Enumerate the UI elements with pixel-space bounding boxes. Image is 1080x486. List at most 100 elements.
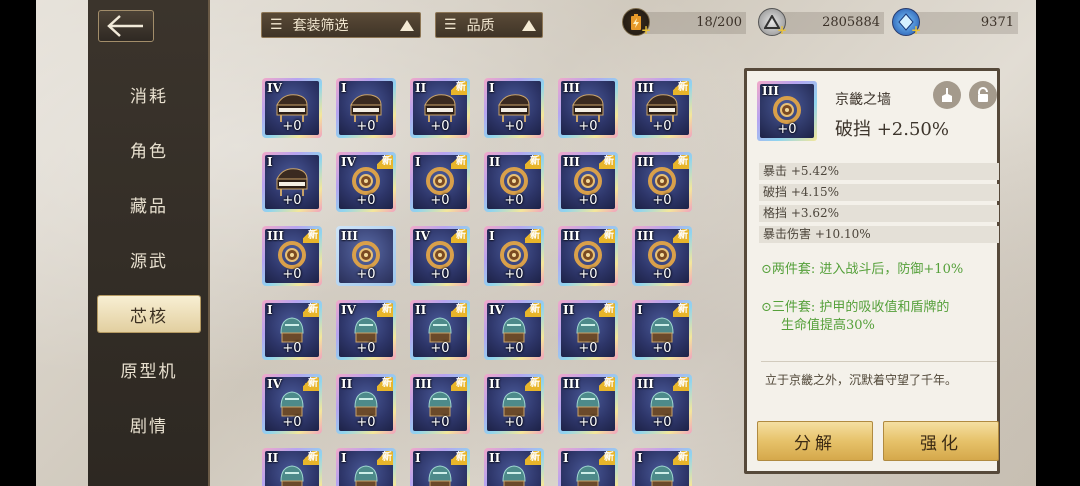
chevron-circle-icon: ⊙ <box>761 262 772 277</box>
core-card[interactable]: II+0新 <box>262 448 322 486</box>
core-grid: IV +0 I +0 II +0 新 I +0 III +0 III +0 新 I +0 IV +0 新 I +0 新 II… <box>260 60 700 486</box>
equip-button[interactable] <box>933 81 961 109</box>
enhance-button[interactable]: 强化 <box>883 421 999 461</box>
broom-icon <box>942 88 952 102</box>
core-card[interactable]: IV +0 <box>262 78 322 138</box>
core-card[interactable]: II+0新 <box>558 300 618 360</box>
lock-button[interactable] <box>969 81 997 109</box>
core-card[interactable]: I+0新 <box>484 226 544 286</box>
sidebar-item[interactable]: 剧情 <box>98 406 200 442</box>
tier-label: I <box>341 81 347 95</box>
level-label: +0 <box>282 415 302 430</box>
sidebar-item[interactable]: 消耗 <box>98 76 200 112</box>
core-card[interactable]: II+0新 <box>484 448 544 486</box>
core-card[interactable]: IV +0 新 <box>484 300 544 360</box>
new-badge: 新 <box>451 303 467 317</box>
new-badge: 新 <box>451 155 467 169</box>
tier-label: I <box>489 229 495 243</box>
core-card[interactable]: I +0 <box>262 152 322 212</box>
new-badge: 新 <box>525 229 541 243</box>
core-card[interactable]: III +0 新 <box>558 226 618 286</box>
core-card[interactable]: III +0 新 <box>558 152 618 212</box>
level-label: +0 <box>430 193 450 208</box>
tier-label: I <box>267 303 273 317</box>
new-badge: 新 <box>673 81 689 95</box>
new-badge: 新 <box>599 451 615 465</box>
tier-label: I <box>267 155 273 169</box>
core-card[interactable]: II+0新 <box>484 152 544 212</box>
quality-dropdown[interactable]: ☰ 品质 <box>435 12 543 38</box>
sidebar-item[interactable]: 原型机 <box>98 351 200 387</box>
new-badge: 新 <box>303 229 319 243</box>
level-label: +0 <box>652 267 672 282</box>
core-card[interactable]: I+0新 <box>632 448 692 486</box>
add-icon: + <box>910 23 921 37</box>
core-card[interactable]: I +0 <box>336 78 396 138</box>
level-label: +0 <box>504 119 524 134</box>
new-badge: 新 <box>525 303 541 317</box>
set-bonus-3: ⊙三件套: 护甲的吸收值和盾牌的 <box>761 300 950 315</box>
sidebar-item[interactable]: 藏品 <box>98 186 200 222</box>
stamina-icon[interactable]: + <box>622 8 651 37</box>
inventory-screen: ☰ 套装筛选 ☰ 品质 18/200 + 2805884 + 9371 + IV… <box>36 0 1036 486</box>
tier-label: I <box>489 81 495 95</box>
sidebar-item[interactable]: 源武 <box>98 241 200 277</box>
sidebar-item[interactable]: 角色 <box>98 131 200 167</box>
sidebar-item[interactable]: 芯核 <box>98 296 200 332</box>
level-label: +0 <box>356 267 376 282</box>
core-card[interactable]: I+0新 <box>336 448 396 486</box>
core-card[interactable]: II+0新 <box>410 78 470 138</box>
new-badge: 新 <box>599 155 615 169</box>
core-card[interactable]: III +0 <box>336 226 396 286</box>
core-card[interactable]: III +0 新 <box>410 374 470 434</box>
substat-row: 暴击 +5.42% <box>759 163 999 180</box>
back-arrow-icon <box>107 15 143 37</box>
detail-item-icon: III +0 <box>757 81 817 141</box>
menu-icon: ☰ <box>444 17 457 33</box>
core-card[interactable]: IV +0 新 <box>336 300 396 360</box>
level-label: +0 <box>282 267 302 282</box>
substat-row: 暴击伤害 +10.10% <box>759 226 999 243</box>
main-stat: 破挡 +2.50% <box>835 119 949 140</box>
core-card[interactable]: II+0新 <box>410 300 470 360</box>
substat-row: 破挡 +4.15% <box>759 184 999 201</box>
core-card[interactable]: III +0 <box>558 78 618 138</box>
core-card[interactable]: I+0新 <box>632 300 692 360</box>
core-card[interactable]: III +0 新 <box>632 78 692 138</box>
core-card[interactable]: I+0新 <box>410 152 470 212</box>
core-card[interactable]: III +0 新 <box>632 374 692 434</box>
unlock-icon <box>978 87 988 102</box>
core-card[interactable]: IV +0 新 <box>262 374 322 434</box>
level-label: +0 <box>504 415 524 430</box>
level-label: +0 <box>430 341 450 356</box>
crystal-icon[interactable]: + <box>892 8 921 37</box>
core-card[interactable]: I+0新 <box>410 448 470 486</box>
core-card[interactable]: III +0 新 <box>558 374 618 434</box>
new-badge: 新 <box>525 451 541 465</box>
coin-icon[interactable]: + <box>758 8 787 37</box>
new-badge: 新 <box>377 155 393 169</box>
core-card[interactable]: III +0 新 <box>632 152 692 212</box>
core-card[interactable]: I+0新 <box>558 448 618 486</box>
new-badge: 新 <box>451 451 467 465</box>
level-label: +0 <box>504 341 524 356</box>
letterbox-right <box>1036 0 1080 486</box>
new-badge: 新 <box>525 377 541 391</box>
level-label: +0 <box>430 267 450 282</box>
back-button[interactable] <box>98 10 154 42</box>
dismantle-button[interactable]: 分解 <box>757 421 873 461</box>
item-name: 京畿之墙 <box>835 92 891 108</box>
core-card[interactable]: I +0 <box>484 78 544 138</box>
core-card[interactable]: IV +0 新 <box>336 152 396 212</box>
core-card[interactable]: IV +0 新 <box>410 226 470 286</box>
core-card[interactable]: III +0 新 <box>262 226 322 286</box>
level-label: +0 <box>578 267 598 282</box>
core-card[interactable]: I+0新 <box>262 300 322 360</box>
tier-label: I <box>415 451 421 465</box>
set-filter-dropdown[interactable]: ☰ 套装筛选 <box>261 12 421 38</box>
core-card[interactable]: II+0新 <box>336 374 396 434</box>
level-label: +0 <box>504 193 524 208</box>
core-card[interactable]: III +0 新 <box>632 226 692 286</box>
set-bonus-2: ⊙两件套: 进入战斗后，防御+10% <box>761 262 964 277</box>
core-card[interactable]: II+0新 <box>484 374 544 434</box>
